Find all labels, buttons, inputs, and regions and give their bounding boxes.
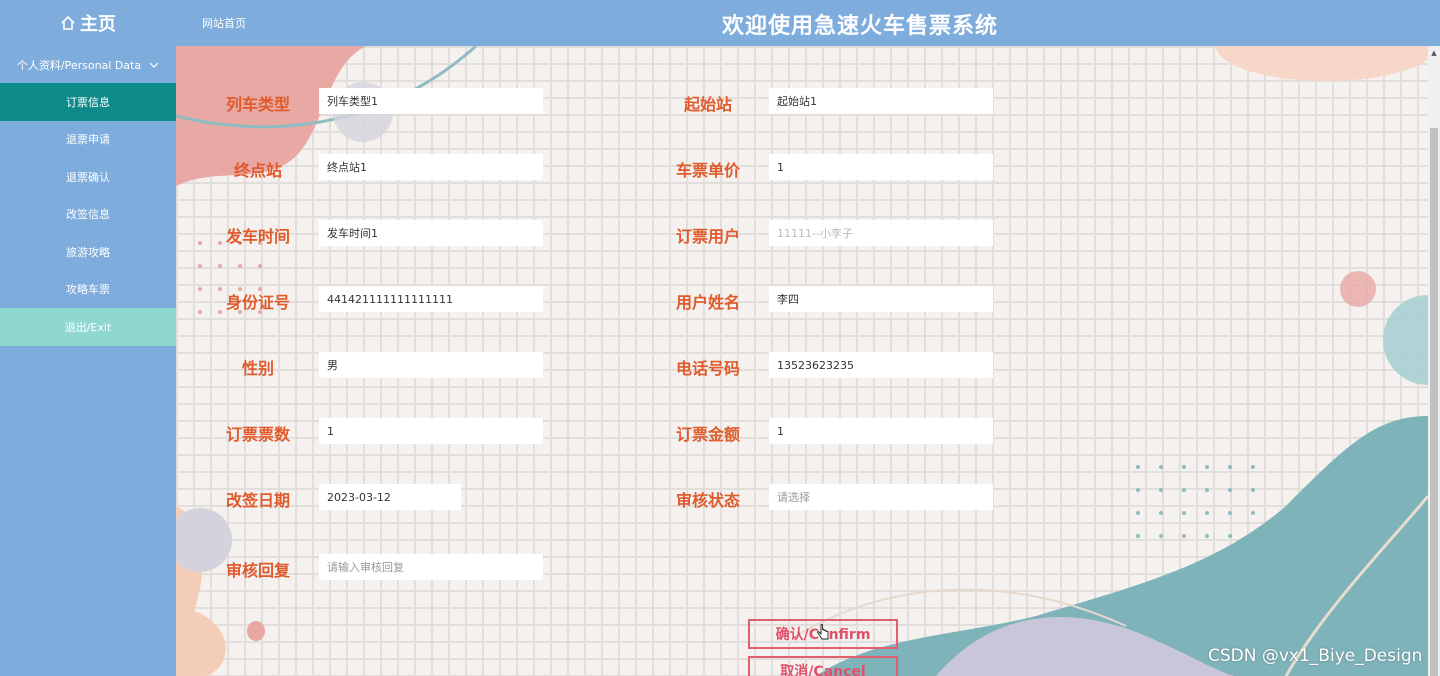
- label-start-station: 起始站: [683, 95, 732, 114]
- vertical-scrollbar[interactable]: ▲: [1428, 46, 1440, 676]
- main-content: 列车类型 列车类型1 起始站 起始站1 终点站 终点站1 车票单价 1 发车时间…: [176, 46, 1428, 676]
- input-ticket-count[interactable]: 1: [319, 418, 543, 444]
- label-ticket-price: 车票单价: [675, 161, 740, 180]
- label-id-number: 身份证号: [225, 293, 290, 312]
- input-phone[interactable]: 13523623235: [769, 352, 993, 378]
- input-change-date[interactable]: 2023-03-12: [319, 484, 461, 510]
- label-order-user: 订票用户: [675, 227, 740, 246]
- label-audit-reply: 审核回复: [225, 561, 290, 580]
- label-change-date: 改签日期: [225, 491, 290, 510]
- label-gender: 性别: [241, 359, 274, 378]
- input-user-name[interactable]: 李四: [769, 286, 993, 312]
- select-audit-status[interactable]: 请选择: [769, 484, 993, 510]
- input-train-type[interactable]: 列车类型1: [319, 88, 543, 114]
- cancel-button[interactable]: 取消/Cancel: [748, 656, 898, 676]
- label-phone: 电话号码: [675, 359, 740, 378]
- label-amount: 订票金额: [675, 425, 740, 444]
- sidebar-group-personal-data[interactable]: 个人资料/Personal Data: [0, 46, 176, 83]
- sidebar-group-label: 个人资料/Personal Data: [16, 58, 142, 72]
- home-label: 主页: [80, 14, 116, 35]
- input-amount[interactable]: 1: [769, 418, 993, 444]
- sidebar-item-refund-confirm[interactable]: 退票确认: [0, 158, 176, 196]
- label-depart-time: 发车时间: [225, 227, 290, 246]
- sidebar-item-guide-tickets[interactable]: 攻略车票: [0, 271, 176, 309]
- sidebar: 个人资料/Personal Data 订票信息 退票申请 退票确认 改签信息 旅…: [0, 46, 176, 676]
- input-depart-time[interactable]: 发车时间1: [319, 220, 543, 246]
- sidebar-item-change-info[interactable]: 改签信息: [0, 196, 176, 234]
- label-user-name: 用户姓名: [675, 293, 740, 312]
- label-end-station: 终点站: [233, 161, 282, 180]
- scrollbar-thumb[interactable]: [1430, 128, 1438, 676]
- site-home-link[interactable]: 网站首页: [202, 15, 246, 31]
- input-order-user: 11111--小李子: [769, 220, 993, 246]
- chevron-down-icon: [149, 62, 159, 68]
- input-end-station[interactable]: 终点站1: [319, 154, 543, 180]
- input-id-number[interactable]: 441421111111111111: [319, 286, 543, 312]
- sidebar-item-order-info[interactable]: 订票信息: [0, 83, 176, 121]
- label-train-type: 列车类型: [225, 95, 290, 114]
- input-start-station[interactable]: 起始站1: [769, 88, 993, 114]
- page-title: 欢迎使用急速火车售票系统: [721, 14, 998, 39]
- home-button[interactable]: 主页: [0, 0, 176, 46]
- input-audit-reply[interactable]: 请输入审核回复: [319, 554, 543, 580]
- sidebar-item-refund-request[interactable]: 退票申请: [0, 121, 176, 159]
- top-bar: 主页 网站首页 欢迎使用急速火车售票系统: [0, 0, 1440, 46]
- home-icon: [61, 15, 75, 30]
- sidebar-item-travel-guide[interactable]: 旅游攻略: [0, 233, 176, 271]
- hand-cursor-icon: [817, 624, 829, 640]
- watermark: CSDN @vx1_Biye_Design: [1208, 646, 1423, 666]
- label-ticket-count: 订票票数: [225, 425, 290, 444]
- label-audit-status: 审核状态: [675, 491, 740, 510]
- input-gender[interactable]: 男: [319, 352, 543, 378]
- input-ticket-price[interactable]: 1: [769, 154, 993, 180]
- sidebar-item-exit[interactable]: 退出/Exit: [0, 308, 176, 346]
- scroll-up-arrow-icon[interactable]: ▲: [1428, 46, 1440, 60]
